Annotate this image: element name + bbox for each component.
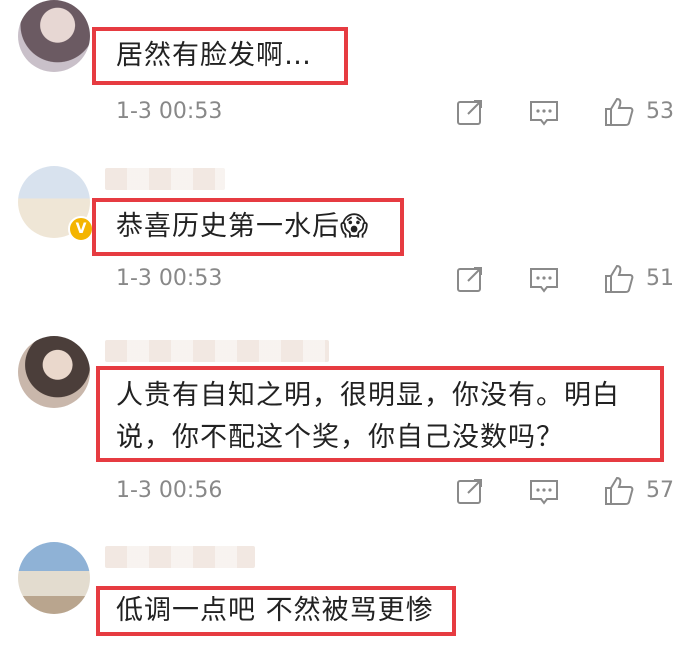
- thumbs-up-icon[interactable]: [603, 475, 635, 507]
- like-count: 51: [646, 266, 674, 291]
- comment-text: 居然有脸发啊…: [116, 40, 312, 71]
- comment-meta: 1-3 00:56 57: [0, 471, 692, 511]
- comment-time: 1-3 00:53: [116, 266, 223, 291]
- avatar[interactable]: [18, 336, 90, 408]
- comment-meta: 1-3 00:53 53: [0, 92, 692, 132]
- verified-badge: V: [68, 216, 94, 242]
- comment-text: 低调一点吧 不然被骂更惨: [116, 595, 434, 626]
- comment-text: 恭喜历史第一水后😱: [116, 211, 370, 242]
- comment-icon[interactable]: [528, 263, 560, 295]
- comment-icon[interactable]: [528, 96, 560, 128]
- like-count: 57: [646, 478, 674, 503]
- thumbs-up-icon[interactable]: [603, 263, 635, 295]
- username[interactable]: [105, 340, 329, 362]
- username[interactable]: [105, 546, 255, 568]
- share-icon[interactable]: [454, 475, 486, 507]
- avatar[interactable]: [18, 0, 90, 72]
- username[interactable]: [105, 168, 225, 190]
- comment-text-line-1: 人贵有自知之明，很明显，你没有。明白: [116, 380, 620, 411]
- comment-icon[interactable]: [528, 475, 560, 507]
- like-count: 53: [646, 99, 674, 124]
- comment-meta: 1-3 00:53 51: [0, 259, 692, 299]
- avatar[interactable]: [18, 542, 90, 614]
- share-icon[interactable]: [454, 263, 486, 295]
- thumbs-up-icon[interactable]: [603, 96, 635, 128]
- comment-time: 1-3 00:56: [116, 478, 223, 503]
- comment-text-line-2: 说，你不配这个奖，你自己没数吗？: [116, 422, 564, 453]
- share-icon[interactable]: [454, 96, 486, 128]
- comment-time: 1-3 00:53: [116, 99, 223, 124]
